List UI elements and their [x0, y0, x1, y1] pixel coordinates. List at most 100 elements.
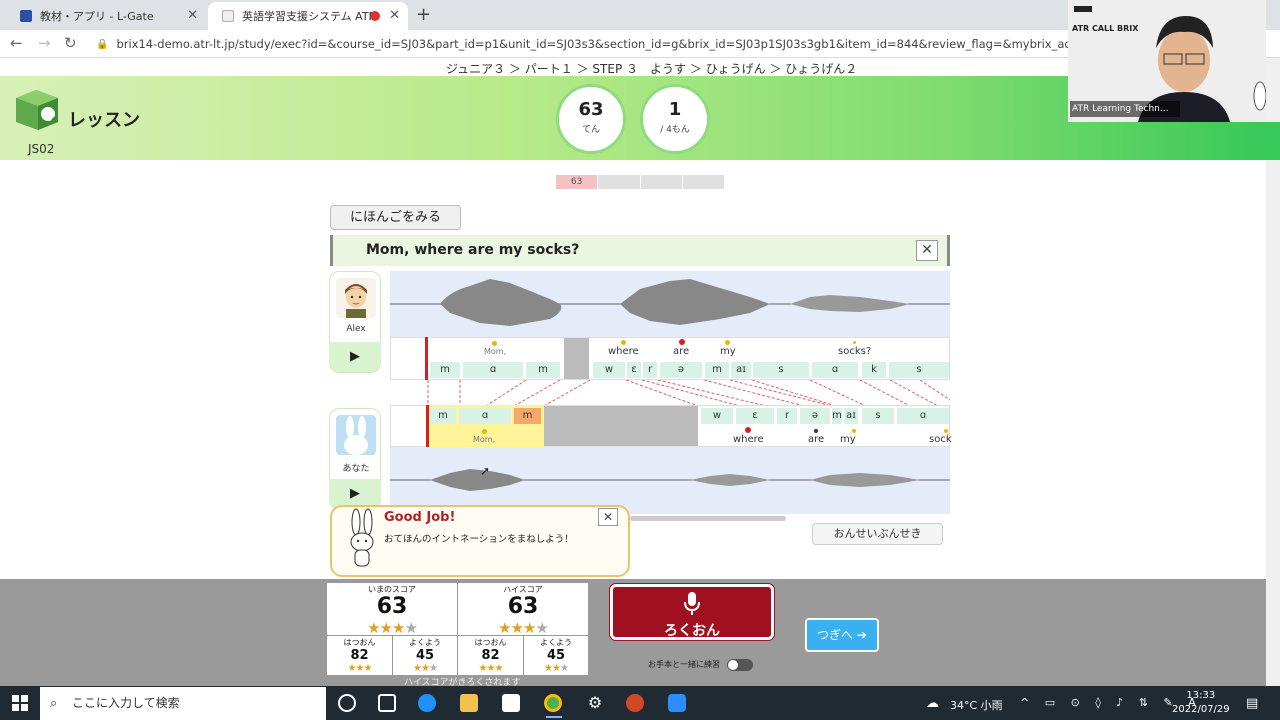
rabbit-avatar-icon: [336, 415, 376, 455]
feedback-title: Good Job!: [384, 510, 456, 525]
user-phone: ə: [800, 408, 830, 424]
notification-icon[interactable]: ▤: [1246, 696, 1258, 711]
zoom-icon[interactable]: [668, 694, 686, 712]
back-icon[interactable]: ←: [10, 34, 23, 52]
lesson-title: レッスン: [68, 110, 140, 131]
reload-icon[interactable]: ↻: [64, 34, 77, 52]
high-inton-stars-icon: ★★★: [544, 663, 569, 674]
model-phone: ə: [660, 362, 702, 378]
high-pron-label: はつおん: [474, 638, 507, 647]
search-icon: ⌕: [50, 696, 58, 711]
high-pron-stars-icon: ★★★: [478, 663, 504, 674]
close-tab-icon[interactable]: ✕: [389, 8, 400, 23]
progress-segment: [598, 175, 640, 189]
active-app-indicator: [546, 716, 562, 718]
current-pron-label: はつおん: [343, 638, 376, 647]
alex-avatar-icon: [336, 278, 376, 318]
task-view-icon[interactable]: [378, 694, 396, 712]
url-text: brix14-demo.atr-lt.jp/study/exec?id=&cou…: [116, 37, 1076, 51]
microphone-icon: [684, 592, 700, 615]
model-word: where: [608, 346, 639, 357]
score-unit: てん: [581, 125, 600, 135]
alignment-lines: [427, 380, 950, 406]
show-japanese-button[interactable]: にほんごをみる: [330, 205, 461, 230]
model-phone: ɑ: [463, 362, 523, 378]
rabbit-favicon-icon: [222, 10, 234, 22]
model-word: my: [720, 346, 736, 357]
windows-start-icon[interactable]: [12, 695, 28, 711]
user-word: Mom,: [473, 435, 496, 444]
question-unit: / 4もん: [660, 125, 690, 135]
arrow-right-icon: ➔: [856, 628, 867, 642]
weather-text[interactable]: 34°C 小雨: [950, 697, 1003, 713]
pitch-dot: [492, 341, 497, 346]
rabbit-mascot-icon: [350, 508, 374, 567]
forward-icon[interactable]: →: [38, 34, 51, 52]
model-phone: s: [889, 362, 949, 378]
current-inton-label: よくよう: [409, 638, 441, 647]
progress-segment: 63: [556, 175, 598, 189]
model-waveform: [390, 271, 950, 337]
cortana-icon[interactable]: [338, 694, 356, 712]
settings-icon[interactable]: ⚙: [586, 694, 604, 712]
browser-tab-lgate[interactable]: 教材・アプリ - L-Gate ✕: [6, 2, 206, 30]
close-feedback-icon[interactable]: ✕: [598, 508, 618, 526]
store-icon[interactable]: [502, 694, 520, 712]
user-phone: m: [832, 408, 842, 424]
question-circle: 1 / 4もん: [640, 84, 710, 154]
lesson-cube-logo-icon: [16, 90, 58, 130]
close-tab-icon[interactable]: ✕: [187, 8, 198, 23]
question-value: 1: [668, 99, 682, 120]
high-inton-label: よくよう: [540, 638, 572, 647]
weather-icon: ☁: [926, 696, 939, 711]
user-waveform: [390, 447, 950, 514]
pitch-dot: [679, 339, 685, 345]
taskbar-search-input[interactable]: ⌕ ここに入力して検索: [40, 687, 326, 720]
next-button[interactable]: つぎへ ➔: [805, 618, 879, 652]
mouse-cursor-icon: ➚: [480, 464, 491, 478]
explorer-icon[interactable]: [460, 694, 478, 712]
current-pron-value: 82: [350, 648, 369, 663]
practice-toggle[interactable]: [727, 659, 753, 671]
model-phone: m: [430, 362, 460, 378]
user-word: where: [733, 434, 764, 445]
clock-time: 13:33: [1186, 690, 1216, 701]
high-pron: はつおん 82 ★★★: [458, 637, 523, 674]
high-intonation: よくよう 45 ★★★: [524, 637, 588, 674]
model-phone: s: [753, 362, 809, 378]
browser-tab-atr[interactable]: 英語学習支援システム ATR CA ✕: [208, 2, 408, 30]
user-phone: ɑ: [459, 408, 511, 424]
current-score-value: 63: [376, 594, 408, 619]
user-pause-block: [544, 406, 698, 446]
chrome-icon[interactable]: [544, 694, 562, 712]
taskbar-clock[interactable]: 13:33 2022/07/29: [1172, 689, 1230, 717]
play-model-button[interactable]: ▶: [329, 342, 381, 372]
user-speaker-name: あなた: [342, 464, 370, 474]
edge-icon[interactable]: [418, 694, 436, 712]
lesson-code: JS02: [28, 142, 55, 156]
model-phone: k: [862, 362, 886, 378]
close-sentence-icon[interactable]: ✕: [916, 240, 938, 261]
webcam-brand-logo: ATR CALL BRIX: [1072, 24, 1139, 33]
pitch-dot: [621, 340, 626, 345]
model-phone: ɑ: [812, 362, 858, 378]
user-phone: s: [862, 408, 894, 424]
high-score: ハイスコア 63 ★★★★: [458, 584, 588, 637]
pitch-dot: [482, 429, 487, 434]
model-phone: m: [705, 362, 729, 378]
new-tab-icon[interactable]: +: [416, 4, 431, 25]
feedback-message: おてほんのイントネーションをまねしよう！: [384, 534, 574, 545]
model-word: socks?: [838, 346, 872, 357]
user-phone: w: [701, 408, 733, 424]
timeline-scrollbar[interactable]: [630, 516, 786, 521]
model-phone: ɛ: [627, 362, 641, 378]
record-label: ろくおん: [664, 623, 720, 639]
progress-segment: [640, 175, 682, 189]
current-score-stars-icon: ★★★★: [367, 619, 418, 637]
url-field[interactable]: 🔒 brix14-demo.atr-lt.jp/study/exec?id=&c…: [96, 33, 1076, 55]
powerpoint-icon[interactable]: [626, 694, 644, 712]
voice-analysis-button[interactable]: おんせいぶんせき: [812, 523, 943, 545]
model-phone: r: [643, 362, 657, 378]
score-value: 63: [578, 99, 604, 120]
model-phone: m: [526, 362, 560, 378]
